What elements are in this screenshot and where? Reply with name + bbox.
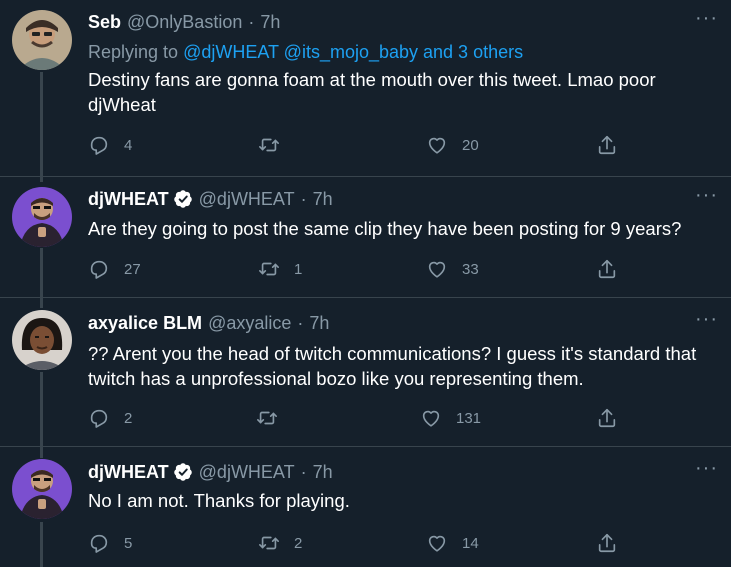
like-count: 131	[456, 409, 482, 427]
retweet-count: 2	[294, 534, 303, 552]
tweet[interactable]: axyalice BLM @axyalice · 7h ··· ?? Arent…	[0, 298, 731, 446]
like-button[interactable]: 33	[426, 257, 479, 281]
retweet-count: 1	[294, 260, 303, 278]
separator: ·	[297, 312, 304, 333]
reply-icon	[90, 534, 108, 553]
like-count: 20	[462, 136, 479, 154]
handle[interactable]: @djWHEAT	[199, 462, 295, 483]
tweet[interactable]: Seb @OnlyBastion · 7h ··· Replying to @d…	[0, 0, 731, 170]
tweet-actions: 5 2 14	[88, 531, 648, 555]
timestamp[interactable]: 7h	[260, 12, 280, 33]
retweet-button[interactable]: 1	[258, 257, 302, 281]
retweet-button[interactable]	[256, 406, 292, 430]
replying-prefix: Replying to	[88, 42, 184, 62]
share-icon	[598, 135, 616, 155]
heart-icon	[428, 535, 446, 552]
replying-to: Replying to @djWHEAT @its_mojo_baby and …	[88, 42, 523, 63]
like-button[interactable]: 14	[426, 531, 479, 555]
retweet-icon	[259, 262, 279, 276]
timestamp[interactable]: 7h	[309, 313, 329, 334]
tweet-actions: 27 1 33	[88, 257, 648, 281]
handle[interactable]: @OnlyBastion	[127, 12, 242, 33]
share-button[interactable]	[596, 531, 618, 555]
tweet[interactable]: djWHEAT @djWHEAT · 7h ··· No I am not. T…	[0, 447, 731, 567]
tweet-text: Destiny fans are gonna foam at the mouth…	[88, 69, 656, 115]
tweet[interactable]: djWHEAT @djWHEAT · 7h ··· Are they going…	[0, 177, 731, 297]
tweet-actions: 4 20	[88, 133, 648, 157]
timestamp[interactable]: 7h	[313, 462, 333, 483]
tweet-actions: 2 131	[88, 406, 648, 430]
display-name[interactable]: djWHEAT	[88, 189, 169, 210]
handle[interactable]: @axyalice	[208, 313, 291, 334]
more-icon[interactable]: ···	[695, 185, 717, 206]
separator: ·	[248, 11, 255, 32]
tweet-text: Are they going to post the same clip the…	[88, 218, 682, 239]
heart-icon	[428, 261, 446, 278]
reply-icon	[90, 260, 108, 279]
tweet-header: Seb @OnlyBastion · 7h	[88, 11, 280, 33]
verified-badge-icon	[173, 190, 192, 208]
tweet-header: axyalice BLM @axyalice · 7h	[88, 312, 329, 334]
share-button[interactable]	[596, 257, 618, 281]
retweet-icon	[257, 411, 277, 425]
display-name[interactable]: djWHEAT	[88, 462, 169, 483]
more-icon[interactable]: ···	[695, 458, 717, 479]
avatar[interactable]	[12, 310, 72, 370]
retweet-button[interactable]	[258, 133, 294, 157]
like-count: 33	[462, 260, 479, 278]
heart-icon	[422, 410, 440, 427]
reply-button[interactable]: 27	[88, 257, 141, 281]
like-count: 14	[462, 534, 479, 552]
share-icon	[598, 259, 616, 279]
verified-badge-icon	[173, 463, 192, 481]
tweet-header: djWHEAT @djWHEAT · 7h	[88, 461, 333, 483]
avatar[interactable]	[12, 459, 72, 519]
like-button[interactable]: 20	[426, 133, 479, 157]
handle[interactable]: @djWHEAT	[199, 189, 295, 210]
replying-links[interactable]: @djWHEAT @its_mojo_baby and 3 others	[183, 42, 523, 62]
retweet-button[interactable]: 2	[258, 531, 302, 555]
share-button[interactable]	[596, 133, 618, 157]
timestamp[interactable]: 7h	[313, 189, 333, 210]
display-name[interactable]: axyalice BLM	[88, 313, 202, 334]
reply-count: 4	[124, 136, 133, 154]
reply-button[interactable]: 5	[88, 531, 132, 555]
tweet-text: ?? Arent you the head of twitch communic…	[88, 343, 697, 389]
share-icon	[598, 408, 616, 428]
reply-icon	[90, 136, 108, 155]
tweet-text: No I am not. Thanks for playing.	[88, 490, 350, 511]
share-icon	[598, 533, 616, 553]
heart-icon	[428, 137, 446, 154]
avatar[interactable]	[12, 187, 72, 247]
separator: ·	[300, 461, 307, 482]
reply-button[interactable]: 2	[88, 406, 132, 430]
reply-icon	[90, 409, 108, 428]
display-name[interactable]: Seb	[88, 12, 121, 33]
like-button[interactable]: 131	[420, 406, 481, 430]
avatar[interactable]	[12, 10, 72, 70]
reply-count: 2	[124, 409, 133, 427]
retweet-icon	[259, 138, 279, 152]
separator: ·	[300, 188, 307, 209]
more-icon[interactable]: ···	[695, 309, 717, 330]
tweet-header: djWHEAT @djWHEAT · 7h	[88, 188, 333, 210]
reply-button[interactable]: 4	[88, 133, 132, 157]
more-icon[interactable]: ···	[695, 8, 717, 29]
reply-count: 27	[124, 260, 141, 278]
reply-count: 5	[124, 534, 133, 552]
retweet-icon	[259, 536, 279, 550]
share-button[interactable]	[596, 406, 618, 430]
